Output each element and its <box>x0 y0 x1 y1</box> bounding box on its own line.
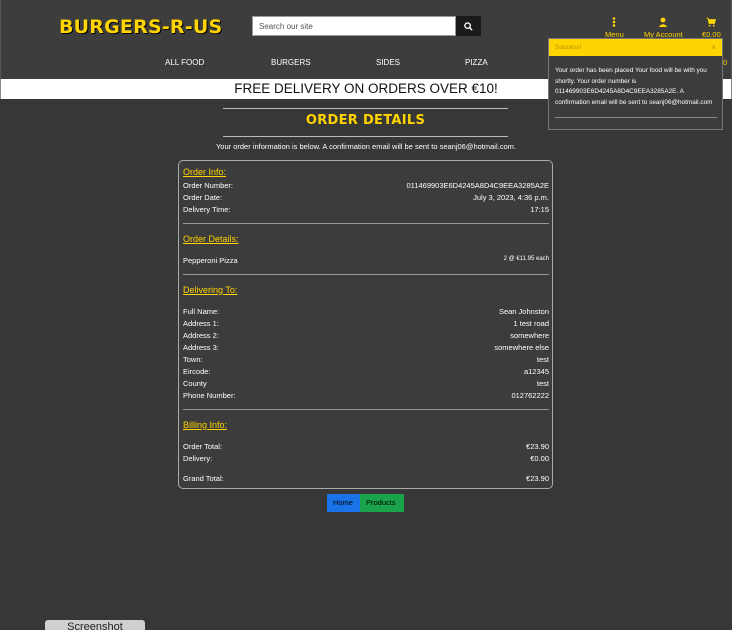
address3-label: Address 3: <box>183 343 219 352</box>
grand-total-row: Grand Total: €23.90 <box>183 474 549 484</box>
address2-row: Address 2: somewhere <box>183 331 549 341</box>
intro-suffix: . <box>513 142 516 151</box>
address2-label: Address 2: <box>183 331 219 340</box>
search-button[interactable] <box>456 16 481 36</box>
order-date-value: July 3, 2023, 4:36 p.m. <box>473 193 549 202</box>
county-label: County <box>183 379 207 388</box>
section-divider <box>183 409 549 410</box>
home-button[interactable]: Home <box>327 494 360 512</box>
order-number-value: 011469903E6D4245A8D4C9EEA3285A2E <box>406 181 549 190</box>
order-number-row: Order Number: 011469903E6D4245A8D4C9EEA3… <box>183 181 549 191</box>
phone-value: 012762222 <box>511 391 549 400</box>
delivery-cost-value: €0.00 <box>530 454 549 463</box>
my-account-button[interactable]: My Account <box>644 17 683 39</box>
intro-email: seanj06@hotmail.com <box>439 142 514 151</box>
nav-bag-total-partial: 0 <box>723 58 728 67</box>
order-info-heading: Order Info: <box>183 167 227 177</box>
address3-row: Address 3: somewhere else <box>183 343 549 353</box>
order-item-row: Pepperoni Pizza 2 @ €11.95 each <box>183 256 549 266</box>
nav-burgers[interactable]: BURGERS <box>271 58 311 67</box>
user-icon <box>659 17 668 27</box>
toast-message: Your order has been placed Your food wil… <box>555 67 713 106</box>
town-value: test <box>536 355 549 364</box>
section-divider <box>183 274 549 275</box>
address3-value: somewhere else <box>494 343 549 352</box>
delivery-time-value: 17:15 <box>530 205 549 214</box>
eircode-row: Eircode: a12345 <box>183 367 549 377</box>
billing-info-heading: Billing Info: <box>183 420 228 430</box>
phone-label: Phone Number: <box>183 391 236 400</box>
full-name-label: Full Name: <box>183 307 220 316</box>
order-total-row: Order Total: €23.90 <box>183 442 549 452</box>
toast-title: Success! <box>555 44 582 51</box>
delivery-time-label: Delivery Time: <box>183 205 231 214</box>
title-divider-bottom <box>223 136 508 137</box>
town-row: Town: test <box>183 355 549 365</box>
toast-header: Success! × <box>549 39 722 56</box>
menu-button[interactable]: Menu <box>605 17 624 39</box>
town-label: Town: <box>183 355 203 364</box>
eircode-label: Eircode: <box>183 367 211 376</box>
order-total-label: Order Total: <box>183 442 223 451</box>
order-item-name: Pepperoni Pizza <box>183 256 238 265</box>
full-name-value: Sean Johnston <box>498 307 549 316</box>
action-buttons: Home Products <box>327 494 404 512</box>
grand-total-label: Grand Total: <box>183 474 224 483</box>
county-value: test <box>536 379 549 388</box>
section-divider <box>183 223 549 224</box>
eircode-value: a12345 <box>523 367 549 376</box>
order-number-label: Order Number: <box>183 181 234 190</box>
search-icon <box>464 21 473 31</box>
products-button[interactable]: Products <box>360 494 404 512</box>
address2-value: somewhere <box>510 331 549 340</box>
shopping-bag-button[interactable]: €0.00 <box>702 17 721 39</box>
search-input[interactable] <box>252 16 456 36</box>
success-toast: Success! × Your order has been placed Yo… <box>548 38 723 130</box>
phone-row: Phone Number: 012762222 <box>183 391 549 401</box>
full-name-row: Full Name: Sean Johnston <box>183 307 549 317</box>
toast-divider <box>555 117 717 118</box>
order-details-card: Order Info: Order Number: 011469903E6D42… <box>178 160 553 489</box>
order-date-row: Order Date: July 3, 2023, 4:36 p.m. <box>183 193 549 203</box>
title-divider-top <box>223 108 508 109</box>
intro-text: Your order information is below. A confi… <box>0 142 732 151</box>
nav-sides[interactable]: SIDES <box>376 58 400 67</box>
kebab-menu-icon <box>613 17 616 27</box>
nav-pizza[interactable]: PIZZA <box>465 58 488 67</box>
order-total-value: €23.90 <box>526 442 549 451</box>
order-date-label: Order Date: <box>183 193 223 202</box>
toast-close-button[interactable]: × <box>711 43 716 52</box>
county-row: County test <box>183 379 549 389</box>
address1-value: 1 test road <box>513 319 549 328</box>
delivery-time-row: Delivery Time: 17:15 <box>183 205 549 215</box>
site-logo[interactable]: BURGERS-R-US <box>59 16 222 38</box>
intro-prefix: Your order information is below. A confi… <box>215 142 440 151</box>
delivery-cost-label: Delivery: <box>183 454 213 463</box>
address1-label: Address 1: <box>183 319 219 328</box>
nav-all-food[interactable]: ALL FOOD <box>165 58 204 67</box>
grand-total-value: €23.90 <box>526 474 549 483</box>
address1-row: Address 1: 1 test road <box>183 319 549 329</box>
page-title: ORDER DETAILS <box>305 113 426 128</box>
delivery-cost-row: Delivery: €0.00 <box>183 454 549 464</box>
search-form <box>252 16 481 36</box>
cart-icon <box>706 17 717 27</box>
order-item-qty: 2 @ €11.95 each <box>503 256 549 262</box>
delivering-to-heading: Delivering To: <box>183 285 238 295</box>
screenshot-tab[interactable]: Screenshot <box>45 620 145 630</box>
order-details-heading: Order Details: <box>183 234 239 244</box>
